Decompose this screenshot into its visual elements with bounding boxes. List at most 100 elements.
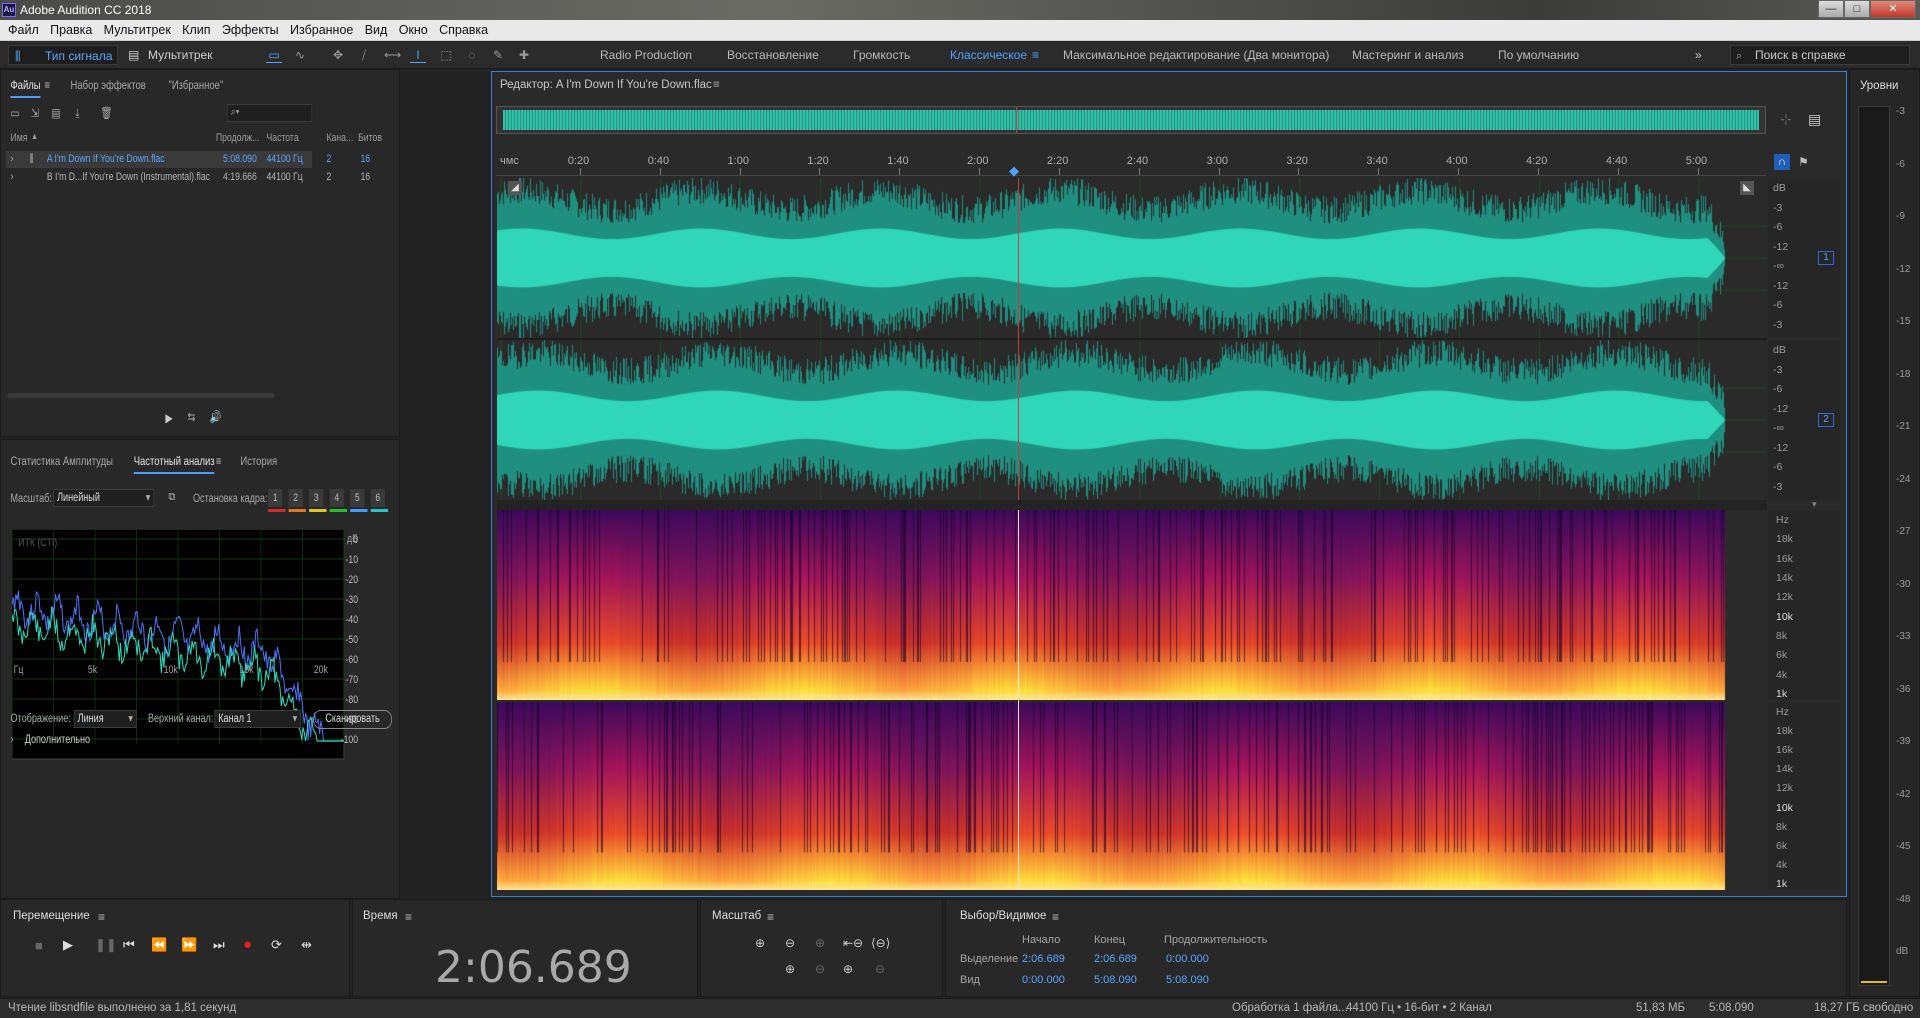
files-panel-menu-icon[interactable]: ≡: [44, 78, 50, 92]
column-name[interactable]: Имя: [10, 132, 27, 144]
minimize-button[interactable]: —: [1818, 0, 1844, 18]
workspace-default[interactable]: По умолчанию: [1498, 45, 1579, 65]
menu-view[interactable]: Вид: [357, 20, 388, 41]
time-menu-icon[interactable]: ≡: [405, 910, 412, 924]
expand-advanced-icon[interactable]: ›: [10, 734, 13, 746]
play-icon[interactable]: ▶: [63, 937, 73, 953]
view-start-field[interactable]: 0:00.000: [1022, 974, 1065, 986]
pause-icon[interactable]: ❚❚: [95, 937, 117, 953]
capture-icon[interactable]: ⧉: [168, 491, 174, 504]
file-row[interactable]: › B I'm D...If You're Down (Instrumental…: [6, 169, 370, 186]
time-ruler[interactable]: чмс 0:20 0:40 1:00 1:20 1:40 2:00 2:20 2:40 3:00…: [496, 150, 1766, 179]
open-file-icon[interactable]: ▭: [10, 106, 19, 120]
workspace-classic[interactable]: Классическое: [950, 45, 1027, 65]
overview-bar[interactable]: [496, 106, 1766, 134]
zoom-out-amplitude-icon[interactable]: ⊖: [785, 936, 795, 950]
freeze-button-3[interactable]: 3: [309, 489, 324, 507]
menu-file[interactable]: Файл: [0, 20, 39, 41]
tab-favorites[interactable]: "Избранное": [168, 78, 223, 92]
help-search-input[interactable]: Поиск в справке: [1730, 45, 1910, 65]
time-selection-tool-icon[interactable]: I: [410, 47, 426, 63]
selection-end-field[interactable]: 2:06.689: [1094, 953, 1137, 965]
autoplay-icon[interactable]: 🔊: [210, 410, 222, 424]
spectrogram-channel-2[interactable]: [497, 702, 1767, 890]
menu-effects[interactable]: Эффекты: [214, 20, 279, 41]
freeze-button-4[interactable]: 4: [329, 489, 344, 507]
selection-duration-field[interactable]: 0:00.000: [1166, 953, 1209, 965]
playhead-marker-icon[interactable]: ◆: [1009, 163, 1019, 179]
workspace-menu-icon[interactable]: ≡: [1032, 45, 1039, 65]
stop-icon[interactable]: ■: [35, 938, 43, 953]
import-file-icon[interactable]: ⇲: [31, 106, 39, 120]
collapse-icon[interactable]: ▾: [1812, 499, 1817, 510]
zoom-selection-icon[interactable]: ⊖: [815, 962, 825, 976]
scan-button[interactable]: Сканировать: [313, 710, 393, 729]
column-bits[interactable]: Битов: [358, 132, 382, 144]
workspace-restoration[interactable]: Восстановление: [727, 45, 819, 65]
freeze-button-6[interactable]: 6: [370, 489, 385, 507]
spectral-splitter[interactable]: [497, 500, 1767, 510]
column-rate[interactable]: Частота: [266, 132, 298, 144]
zoom-end-icon[interactable]: ⊖: [875, 962, 885, 976]
go-to-end-icon[interactable]: ⏭: [213, 937, 225, 953]
waveform-channel-1[interactable]: [497, 178, 1767, 338]
spectral-view-icon[interactable]: ∿: [292, 47, 308, 63]
close-button[interactable]: ✕: [1870, 0, 1916, 18]
more-workspaces-icon[interactable]: »: [1695, 45, 1702, 65]
workspace-mastering[interactable]: Мастеринг и анализ: [1352, 45, 1464, 65]
zoom-to-selection-icon[interactable]: ⊕: [843, 962, 853, 976]
spot-healing-tool-icon[interactable]: ✚: [516, 47, 532, 63]
display-menu-icon[interactable]: ▤: [1808, 111, 1821, 128]
selection-menu-icon[interactable]: ≡: [1052, 910, 1059, 924]
zoom-in-amplitude-icon[interactable]: ⊕: [755, 936, 765, 950]
new-file-icon[interactable]: ▤: [52, 106, 61, 120]
workspace-loudness[interactable]: Громкость: [853, 45, 910, 65]
marquee-tool-icon[interactable]: ⬚: [438, 47, 454, 63]
freeze-button-5[interactable]: 5: [350, 489, 365, 507]
workspace-radio-production[interactable]: Radio Production: [600, 45, 692, 65]
tab-effects-rack[interactable]: Набор эффектов: [71, 78, 146, 92]
tab-amplitude-stats[interactable]: Статистика Амплитуды: [10, 454, 112, 468]
zoom-in-point-icon[interactable]: ⊕: [785, 962, 795, 976]
channel-dropdown[interactable]: Канал 1: [214, 710, 302, 728]
column-channels[interactable]: Кана...: [326, 132, 353, 144]
fade-out-handle-icon[interactable]: ◣: [1740, 181, 1754, 195]
snap-icon[interactable]: ∩: [1774, 154, 1790, 170]
view-end-field[interactable]: 5:08.090: [1094, 974, 1137, 986]
loop-playback-icon[interactable]: ⟳: [271, 937, 282, 953]
channel-2-toggle[interactable]: 2: [1818, 413, 1834, 427]
delete-file-icon[interactable]: 🗑: [101, 106, 113, 120]
maximize-button[interactable]: □: [1844, 0, 1870, 18]
selection-start-field[interactable]: 2:06.689: [1022, 953, 1065, 965]
tab-frequency-analysis[interactable]: Частотный анализ: [133, 454, 215, 474]
go-to-start-icon[interactable]: ⏮: [123, 937, 135, 953]
spectrogram-channel-1[interactable]: [497, 510, 1767, 700]
slip-tool-icon[interactable]: ⟷: [384, 47, 401, 63]
move-tool-icon[interactable]: ✥: [330, 47, 346, 63]
menu-help[interactable]: Справка: [431, 20, 488, 41]
menu-clip[interactable]: Клип: [174, 20, 210, 41]
zoom-menu-icon[interactable]: ≡: [767, 910, 774, 924]
expand-icon[interactable]: ›: [10, 171, 13, 183]
loop-icon[interactable]: ⇆: [187, 410, 195, 424]
tab-history[interactable]: История: [240, 454, 277, 468]
waveform-mode-button[interactable]: ⫼ Тип сигнала: [8, 45, 118, 65]
zoom-out-full-icon[interactable]: ⟨⊖⟩: [871, 936, 890, 950]
column-duration[interactable]: Продолж...: [216, 132, 260, 144]
zoom-out-full-icon[interactable]: ⊹: [1780, 111, 1792, 128]
tab-files[interactable]: Файлы: [10, 78, 41, 98]
waveform-channel-2[interactable]: [497, 340, 1767, 500]
freeze-button-2[interactable]: 2: [288, 489, 303, 507]
lasso-tool-icon[interactable]: ◌: [464, 47, 480, 63]
menu-favorites[interactable]: Избранное: [282, 20, 353, 41]
skip-selection-icon[interactable]: ⇹: [301, 937, 312, 953]
razor-tool-icon[interactable]: ⧸: [356, 47, 372, 63]
current-time-display[interactable]: 2:06.689: [435, 942, 632, 993]
view-duration-field[interactable]: 5:08.090: [1166, 974, 1209, 986]
advanced-toggle[interactable]: Дополнительно: [25, 734, 90, 746]
brush-tool-icon[interactable]: ✎: [490, 47, 506, 63]
record-icon[interactable]: ●: [243, 936, 252, 953]
analysis-panel-menu-icon[interactable]: ≡: [216, 454, 222, 468]
rewind-icon[interactable]: ⏪: [151, 937, 167, 953]
editor-menu-icon[interactable]: ≡: [713, 79, 720, 91]
